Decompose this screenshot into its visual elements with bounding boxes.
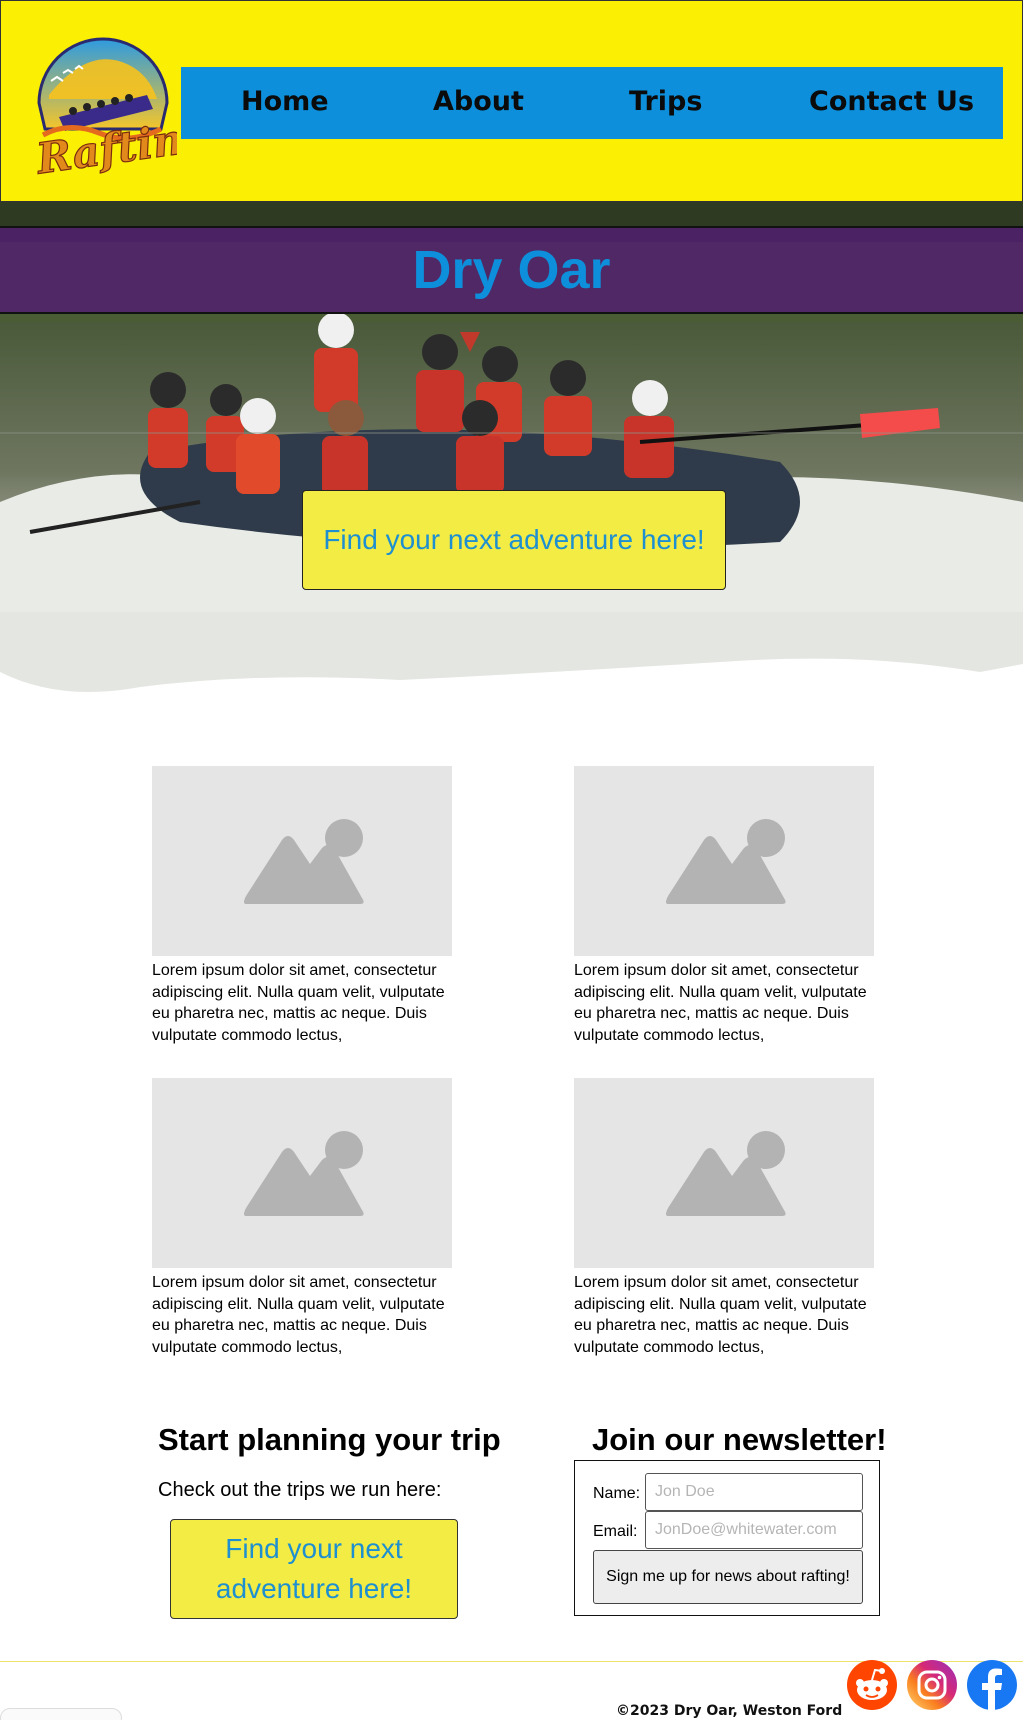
rafting-logo[interactable]: Rafting <box>29 25 216 184</box>
hero-cta-button[interactable]: Find your next adventure here! <box>302 490 726 590</box>
nav-contact-link[interactable]: Contact Us <box>809 86 974 117</box>
reddit-icon[interactable] <box>846 1659 898 1711</box>
main-nav: Home About Trips Contact Us <box>181 67 1003 139</box>
planning-subtitle: Check out the trips we run here: <box>158 1479 442 1501</box>
image-placeholder <box>574 1078 874 1268</box>
card-4: Lorem ipsum dolor sit amet, consectetur … <box>574 1078 874 1358</box>
find-adventure-button[interactable]: Find your next adventure here! <box>170 1519 458 1619</box>
card-text: Lorem ipsum dolor sit amet, consectetur … <box>152 962 445 1044</box>
site-title: Dry Oar <box>412 240 611 300</box>
newsletter-submit-button[interactable]: Sign me up for news about rafting! <box>593 1550 863 1604</box>
browser-status-pill <box>0 1708 122 1720</box>
facebook-icon[interactable] <box>966 1659 1018 1711</box>
image-placeholder <box>574 766 874 956</box>
image-icon <box>244 819 364 904</box>
image-icon <box>244 1131 364 1216</box>
name-field[interactable] <box>645 1473 863 1511</box>
card-text: Lorem ipsum dolor sit amet, consectetur … <box>152 1274 445 1356</box>
image-icon <box>666 819 786 904</box>
email-field[interactable] <box>645 1511 863 1549</box>
image-placeholder <box>152 1078 452 1268</box>
card-1: Lorem ipsum dolor sit amet, consectetur … <box>152 766 452 1046</box>
card-text: Lorem ipsum dolor sit amet, consectetur … <box>574 1274 867 1356</box>
email-label: Email: <box>593 1523 638 1540</box>
planning-title: Start planning your trip <box>158 1422 501 1457</box>
site-header: Rafting Home About Trips Contact Us <box>0 0 1023 202</box>
nav-home-link[interactable]: Home <box>241 86 329 117</box>
instagram-icon[interactable] <box>906 1659 958 1711</box>
card-2: Lorem ipsum dolor sit amet, consectetur … <box>574 766 874 1046</box>
name-label: Name: <box>593 1485 641 1502</box>
image-icon <box>666 1131 786 1216</box>
card-text: Lorem ipsum dolor sit amet, consectetur … <box>574 962 867 1044</box>
newsletter-form: Name: Email: Sign me up for news about r… <box>574 1460 880 1616</box>
image-placeholder <box>152 766 452 956</box>
title-band: Dry Oar <box>0 226 1023 314</box>
nav-about-link[interactable]: About <box>433 86 524 117</box>
nav-trips-link[interactable]: Trips <box>629 86 702 117</box>
newsletter-title: Join our newsletter! <box>592 1422 887 1457</box>
copyright-text: ©2023 Dry Oar, Weston Ford <box>616 1703 843 1719</box>
card-3: Lorem ipsum dolor sit amet, consectetur … <box>152 1078 452 1358</box>
